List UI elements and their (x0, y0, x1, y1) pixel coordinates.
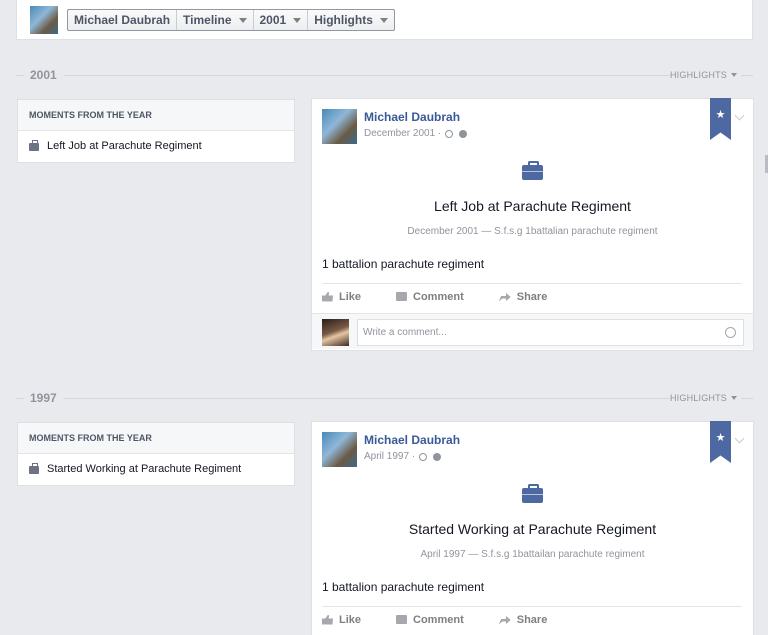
scrubber-year-label: 2001 (259, 12, 287, 27)
story-date[interactable]: December 2001 · (364, 128, 441, 139)
briefcase-icon (29, 462, 39, 474)
profile-avatar[interactable] (30, 6, 58, 34)
comment-icon (396, 292, 408, 301)
emoji-icon[interactable] (725, 327, 736, 338)
highlight-star-ribbon[interactable]: ★ (710, 421, 731, 463)
share-icon (498, 616, 511, 625)
moment-item[interactable]: Started Working at Parachute Regiment (18, 454, 294, 485)
story-card: Michael Daubrah December 2001 · ★ Left J… (311, 98, 754, 351)
story-meta: December 2001 · (364, 128, 468, 139)
comment-composer: Write a comment... (312, 313, 753, 349)
story-text: 1 battalion parachute regiment (322, 257, 485, 271)
highlights-label: HIGHLIGHTS (669, 393, 727, 403)
globe-icon[interactable] (433, 452, 442, 461)
briefcase-icon (522, 484, 543, 503)
divider (16, 75, 24, 76)
timeline-topbar: Michael Daubrah Timeline 2001 Highlights (16, 0, 753, 40)
author-name-link[interactable]: Michael Daubrah (364, 433, 460, 447)
scrubber-year-dropdown[interactable]: 2001 (254, 10, 309, 30)
globe-icon[interactable] (459, 129, 468, 138)
thumbs-up-icon (322, 614, 333, 625)
year-header-2001: 2001 HIGHLIGHTS (16, 68, 753, 82)
briefcase-icon (29, 139, 39, 151)
scrubber-name-label: Michael Daubrah (74, 12, 171, 27)
moments-header: MOMENTS FROM THE YEAR (18, 100, 294, 131)
share-label: Share (516, 613, 548, 626)
scrubber-name-button[interactable]: Michael Daubrah (68, 10, 178, 30)
share-button[interactable]: Share (498, 290, 548, 303)
divider (64, 75, 670, 76)
comment-label: Comment (413, 290, 464, 303)
story-date[interactable]: April 1997 · (364, 451, 415, 462)
moment-item-label: Left Job at Parachute Regiment (47, 140, 202, 152)
highlights-dropdown[interactable]: HIGHLIGHTS (670, 69, 737, 81)
moment-item[interactable]: Left Job at Parachute Regiment (18, 131, 294, 162)
thumbs-up-icon (322, 291, 333, 302)
comment-placeholder: Write a comment... (363, 327, 447, 338)
story-actions: Like Comment Share (322, 283, 742, 309)
moments-card: MOMENTS FROM THE YEAR Left Job at Parach… (17, 99, 295, 163)
clock-icon (445, 129, 454, 138)
viewer-avatar (322, 319, 349, 346)
life-event-subtitle: April 1997 — S.f.s.g 1battailan parachut… (420, 549, 645, 560)
scrubber-timeline-dropdown[interactable]: Timeline (177, 10, 254, 30)
author-name-link[interactable]: Michael Daubrah (364, 110, 460, 124)
year-label: 1997 (30, 391, 57, 405)
share-button[interactable]: Share (498, 613, 548, 626)
like-label: Like (339, 290, 362, 303)
comment-input[interactable]: Write a comment... (357, 319, 744, 346)
chevron-down-icon (731, 396, 737, 400)
like-button[interactable]: Like (322, 291, 361, 303)
comment-button[interactable]: Comment (396, 614, 464, 626)
scrubber-filter-dropdown[interactable]: Highlights (308, 10, 394, 30)
story-card: Michael Daubrah April 1997 · ★ Started W… (311, 421, 754, 635)
author-avatar[interactable] (322, 432, 357, 467)
scrubber-timeline-label: Timeline (183, 12, 232, 27)
story-text: 1 battalion parachute regiment (322, 580, 485, 594)
briefcase-icon (522, 161, 543, 180)
share-label: Share (516, 290, 548, 303)
highlights-label: HIGHLIGHTS (669, 70, 727, 80)
divider (16, 398, 24, 399)
like-button[interactable]: Like (322, 614, 361, 626)
life-event-title: Left Job at Parachute Regiment (434, 198, 631, 214)
highlight-star-ribbon[interactable]: ★ (710, 98, 731, 140)
like-label: Like (339, 613, 362, 626)
chevron-down-icon (293, 17, 302, 23)
story-meta: April 1997 · (364, 451, 442, 462)
story-actions: Like Comment Share (322, 606, 742, 632)
chevron-down-icon (238, 17, 247, 23)
chevron-down-icon[interactable] (734, 433, 745, 444)
chevron-down-icon (379, 17, 388, 23)
scrubber-filter-label: Highlights (314, 12, 373, 27)
author-avatar[interactable] (322, 109, 357, 144)
life-event-title: Started Working at Parachute Regiment (408, 521, 657, 537)
timeline-scrubber: Michael Daubrah Timeline 2001 Highlights (67, 9, 395, 31)
divider (64, 398, 670, 399)
divider (741, 398, 753, 399)
chevron-down-icon[interactable] (734, 110, 745, 121)
year-header-1997: 1997 HIGHLIGHTS (16, 391, 753, 405)
moment-item-label: Started Working at Parachute Regiment (47, 463, 242, 475)
life-event-subtitle: December 2001 — S.f.s.g 1battalian parac… (407, 226, 658, 237)
highlights-dropdown[interactable]: HIGHLIGHTS (670, 392, 737, 404)
moments-header: MOMENTS FROM THE YEAR (18, 423, 294, 454)
chevron-down-icon (731, 73, 737, 77)
comment-button[interactable]: Comment (396, 291, 464, 303)
clock-icon (419, 452, 428, 461)
divider (741, 75, 753, 76)
year-label: 2001 (30, 68, 57, 82)
moments-card: MOMENTS FROM THE YEAR Started Working at… (17, 422, 295, 486)
comment-icon (396, 615, 408, 624)
comment-label: Comment (413, 613, 464, 626)
share-icon (498, 293, 511, 302)
